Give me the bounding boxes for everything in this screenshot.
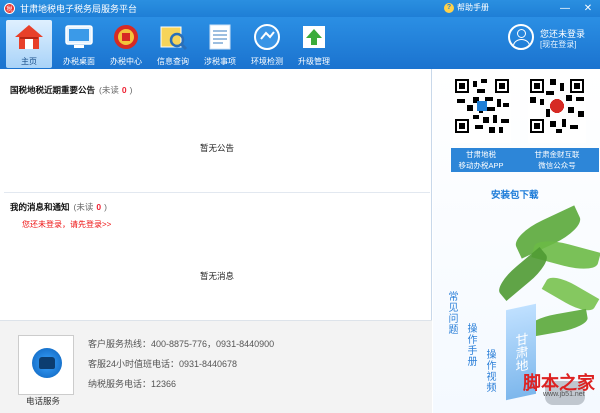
window-title: 甘肃地税电子税务局服务平台 [20,4,138,14]
tax-emblem-icon [111,23,141,51]
question-icon: ? [444,2,454,13]
right-sidebar: 甘肃地税 移动办税APP 甘肃金财互联 微信公众号 安装包下载 常见问题 操作手册 … [433,69,600,413]
qr-code-app [453,77,511,143]
tab-home-label: 主页 [21,57,37,66]
qr-code-wechat [528,77,586,143]
hotline-text: 客户服务热线：400-8875-776，0931-8440900 [88,339,275,349]
duty-phone-text: 客服24小时值班电话：0931-8440678 [88,359,238,369]
app-logo-icon: 税 [4,3,15,14]
query-icon [158,23,188,51]
close-button[interactable]: ✕ [580,1,596,15]
operation-video-link[interactable]: 操作视频 [482,349,497,393]
document-icon [205,23,235,51]
user-area[interactable]: 您还未登录 [现在登录] [508,22,600,54]
tab-upgrade-label: 升级管理 [298,57,330,66]
operation-manual-link[interactable]: 操作手册 [463,323,478,367]
tab-env-detect[interactable]: 环境检测 [244,20,290,68]
section-divider [4,192,430,193]
desktop-icon [64,23,94,51]
announcement-empty: 暂无公告 [200,143,235,153]
avatar-icon [508,24,534,50]
install-package-download-link[interactable]: 安装包下载 [491,187,539,201]
main-toolbar: 主页 办税桌面 办税中心 信息查询 涉税事项 环境检测 升级管理 您还未登录 [… [0,17,600,69]
home-icon [14,23,44,51]
phone-icon [32,348,62,378]
tax-service-phone-text: 纳税服务电话：12366 [88,379,177,389]
tab-info-query-label: 信息查询 [157,57,189,66]
tab-env-detect-label: 环境检测 [251,57,283,66]
plant-leaf [541,271,600,317]
detect-icon [252,23,282,51]
help-manual-button[interactable]: ? 帮助手册 [444,2,489,13]
help-manual-label: 帮助手册 [457,3,489,12]
messages-empty: 暂无消息 [200,271,235,281]
announcement-unread-count: 0 [121,85,127,95]
plant-leaf [526,308,590,338]
qr-app-label: 甘肃地税 移动办税APP [458,150,504,170]
upgrade-icon [299,23,329,51]
phone-service-button[interactable] [18,335,74,395]
login-first-link[interactable]: 您还未登录，请先登录>> [22,219,111,230]
title-bar: 税 甘肃地税电子税务局服务平台 ? 帮助手册 — ✕ [0,0,600,17]
tab-tax-matters[interactable]: 涉税事项 [197,20,243,68]
tab-tax-center-label: 办税中心 [110,57,142,66]
main-panel: 国税地税近期重要公告 (未读 0) 暂无公告 我的消息和通知 (未读 0) 您还未登录，… [0,69,432,413]
watermark-url: www.jb51.net [543,391,585,398]
minimize-button[interactable]: — [557,1,573,15]
qr-wechat-label: 甘肃金财互联 微信公众号 [534,150,580,170]
tab-home[interactable]: 主页 [6,20,52,68]
messages-unread-count: 0 [96,202,102,212]
messages-title: 我的消息和通知 (未读 0) [10,202,107,212]
faq-link[interactable]: 常见问题 [444,291,459,335]
tab-tax-matters-label: 涉税事项 [204,57,236,66]
tab-tax-desktop-label: 办税桌面 [63,57,95,66]
login-now-link[interactable]: [现在登录] [540,39,576,50]
tab-tax-desktop[interactable]: 办税桌面 [56,20,102,68]
contact-panel: 电话服务 客户服务热线：400-8875-776，0931-8440900 客服… [0,320,432,413]
phone-service-label: 电话服务 [26,396,61,406]
qr-wechat-icon [528,77,586,135]
tab-tax-center[interactable]: 办税中心 [103,20,149,68]
tab-upgrade[interactable]: 升级管理 [291,20,337,68]
announcement-title: 国税地税近期重要公告 (未读 0) [10,85,133,95]
qr-app-icon [453,77,511,135]
tab-info-query[interactable]: 信息查询 [150,20,196,68]
